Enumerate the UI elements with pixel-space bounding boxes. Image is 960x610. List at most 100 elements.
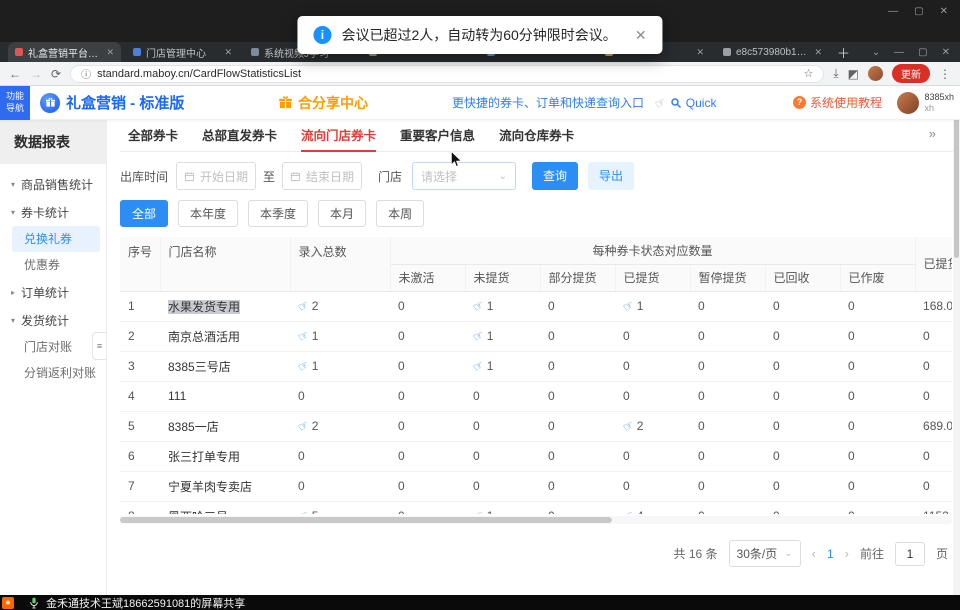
tab-close-icon[interactable]: ✕ bbox=[224, 47, 232, 58]
extensions-icon[interactable]: ◩ bbox=[848, 67, 859, 81]
pointer-icon: ☞ bbox=[470, 507, 486, 514]
promo-text: 更快捷的券卡、订单和快递查询入口 bbox=[452, 94, 644, 111]
start-date-placeholder: 开始日期 bbox=[200, 168, 248, 185]
meeting-app-icon[interactable] bbox=[2, 597, 14, 609]
quick-filter-chip[interactable]: 本月 bbox=[318, 200, 366, 227]
count-link[interactable]: ☞2 bbox=[298, 299, 318, 313]
count-link[interactable]: ☞4 bbox=[623, 509, 643, 514]
maximize-icon[interactable]: ▢ bbox=[914, 6, 923, 17]
cell-count: ☞1 bbox=[465, 291, 540, 321]
end-date-input[interactable]: 结束日期 bbox=[282, 162, 362, 190]
download-icon[interactable]: ⤓ bbox=[833, 66, 838, 81]
content-tab[interactable]: 全部券卡 bbox=[128, 120, 178, 152]
sidebar-subitem[interactable]: 优惠券 bbox=[0, 252, 106, 278]
cell-count: 0 bbox=[765, 291, 840, 321]
current-page[interactable]: 1 bbox=[827, 547, 834, 561]
table-row: 58385一店☞2000☞2000689.0 bbox=[120, 411, 952, 441]
reload-icon[interactable]: ⟳ bbox=[51, 67, 61, 81]
cell-amount: 168.0 bbox=[915, 291, 952, 321]
close-icon[interactable]: ✕ bbox=[942, 47, 950, 58]
tab-close-icon[interactable]: ✕ bbox=[106, 47, 114, 58]
goto-page-input[interactable] bbox=[895, 542, 925, 566]
content-tab[interactable]: 流向仓库券卡 bbox=[499, 120, 574, 152]
browser-tab[interactable]: 门店管理中心✕ bbox=[126, 42, 239, 62]
quick-filter-chip[interactable]: 全部 bbox=[120, 200, 168, 227]
close-icon[interactable]: ✕ bbox=[940, 6, 948, 17]
new-tab-icon[interactable]: ＋ bbox=[837, 43, 850, 62]
search-button[interactable]: 查询 bbox=[532, 162, 578, 190]
tab-close-icon[interactable]: ✕ bbox=[696, 47, 704, 58]
start-date-input[interactable]: 开始日期 bbox=[176, 162, 256, 190]
nav-line1: 功能 bbox=[6, 91, 24, 102]
url-text[interactable]: standard.maboy.cn/CardFlowStatisticsList bbox=[97, 68, 797, 80]
chevron-down-icon: ⌄ bbox=[784, 548, 792, 559]
cell-count: 0 bbox=[690, 501, 765, 514]
quick-search[interactable]: ☞ Quick bbox=[655, 96, 716, 110]
count-link[interactable]: ☞1 bbox=[298, 359, 318, 373]
count-link[interactable]: ☞1 bbox=[298, 329, 318, 343]
store-select[interactable]: 请选择 ⌄ bbox=[412, 162, 516, 190]
sidebar-collapse-handle[interactable]: ≡ bbox=[92, 332, 106, 360]
browser-tab[interactable]: e8c573980b1328a258fd2e6ll✕ bbox=[716, 42, 829, 62]
maximize-icon[interactable]: ▢ bbox=[918, 47, 927, 58]
count-link[interactable]: ☞1 bbox=[473, 299, 493, 313]
cell-count: 0 bbox=[765, 471, 840, 501]
address-bar[interactable]: ⓘ standard.maboy.cn/CardFlowStatisticsLi… bbox=[70, 65, 824, 83]
calendar-icon bbox=[184, 171, 195, 182]
profile-avatar[interactable] bbox=[868, 66, 883, 81]
forward-icon[interactable]: → bbox=[30, 67, 42, 81]
update-button[interactable]: 更新 bbox=[892, 64, 930, 83]
sidebar-item[interactable]: ▾发货统计 bbox=[0, 306, 106, 334]
next-page-icon[interactable]: › bbox=[845, 546, 849, 561]
minimize-icon[interactable]: — bbox=[894, 47, 904, 58]
tab-close-icon[interactable]: ✕ bbox=[814, 47, 822, 58]
minimize-icon[interactable]: — bbox=[888, 6, 898, 17]
toast-close-icon[interactable]: ✕ bbox=[635, 27, 647, 44]
count-link[interactable]: ☞5 bbox=[298, 509, 318, 514]
vertical-scrollbar-thumb[interactable] bbox=[954, 118, 959, 258]
cell-count: ☞2 bbox=[290, 411, 390, 441]
tutorial-link[interactable]: ? 系统使用教程 bbox=[793, 94, 882, 111]
count-link[interactable]: ☞1 bbox=[473, 329, 493, 343]
count-link[interactable]: ☞2 bbox=[298, 419, 318, 433]
count-link[interactable]: ☞2 bbox=[623, 419, 643, 433]
table-row: 8黑西哈三号☞50☞10☞40001152 bbox=[120, 501, 952, 514]
tab-favicon bbox=[15, 48, 23, 56]
share-center-link[interactable]: 合分享中心 bbox=[278, 93, 368, 113]
content-tab[interactable]: 总部直发券卡 bbox=[202, 120, 277, 152]
horizontal-scrollbar-thumb[interactable] bbox=[120, 517, 612, 523]
count-link[interactable]: ☞1 bbox=[473, 509, 493, 514]
page-size-select[interactable]: 30条/页 ⌄ bbox=[729, 540, 801, 567]
site-info-icon[interactable]: ⓘ bbox=[81, 66, 91, 81]
sidebar-item[interactable]: ▾商品销售统计 bbox=[0, 170, 106, 198]
sidebar-subitem[interactable]: 分销返利对账 bbox=[0, 360, 106, 386]
prev-page-icon[interactable]: ‹ bbox=[812, 546, 816, 561]
content-tab[interactable]: 重要客户信息 bbox=[400, 120, 475, 152]
screen-share-bar: 金禾通技术王斌18662591081的屏幕共享 bbox=[0, 595, 960, 610]
quick-filter-chip[interactable]: 本年度 bbox=[178, 200, 238, 227]
back-icon[interactable]: ← bbox=[9, 67, 21, 81]
cell-count: 0 bbox=[540, 501, 615, 514]
pagination: 共 16 条 30条/页 ⌄ ‹ 1 › 前往 页 bbox=[120, 540, 960, 567]
menu-kebab-icon[interactable]: ⋮ bbox=[939, 67, 951, 81]
window-controls: — ▢ ✕ bbox=[888, 6, 948, 17]
sidebar-item[interactable]: ▸订单统计 bbox=[0, 278, 106, 306]
sidebar-subitem[interactable]: 兑换礼券 bbox=[12, 226, 100, 252]
browser-tab[interactable]: 礼盒营销平台管理中心✕ bbox=[8, 42, 121, 62]
quick-filter-chip[interactable]: 本季度 bbox=[248, 200, 308, 227]
count-link[interactable]: ☞1 bbox=[473, 359, 493, 373]
quick-filter-chip[interactable]: 本周 bbox=[376, 200, 424, 227]
content-tab[interactable]: 流向门店券卡 bbox=[301, 120, 376, 152]
export-button[interactable]: 导出 bbox=[588, 162, 634, 190]
tab-search-icon[interactable]: ⌄ bbox=[872, 47, 880, 58]
function-nav-button[interactable]: 功能 导航 bbox=[0, 86, 30, 120]
user-menu[interactable]: 8385xh xh bbox=[897, 92, 954, 114]
panel-collapse-icon[interactable]: » bbox=[929, 126, 936, 141]
sidebar-subitem[interactable]: 门店对账 bbox=[0, 334, 106, 360]
store-name-text: 黑西哈三号 bbox=[168, 510, 228, 515]
tutorial-label: 系统使用教程 bbox=[810, 94, 882, 111]
user-names: 8385xh xh bbox=[924, 92, 954, 113]
sidebar-item[interactable]: ▾券卡统计 bbox=[0, 198, 106, 226]
bookmark-star-icon[interactable]: ☆ bbox=[803, 67, 813, 80]
count-link[interactable]: ☞1 bbox=[623, 299, 643, 313]
